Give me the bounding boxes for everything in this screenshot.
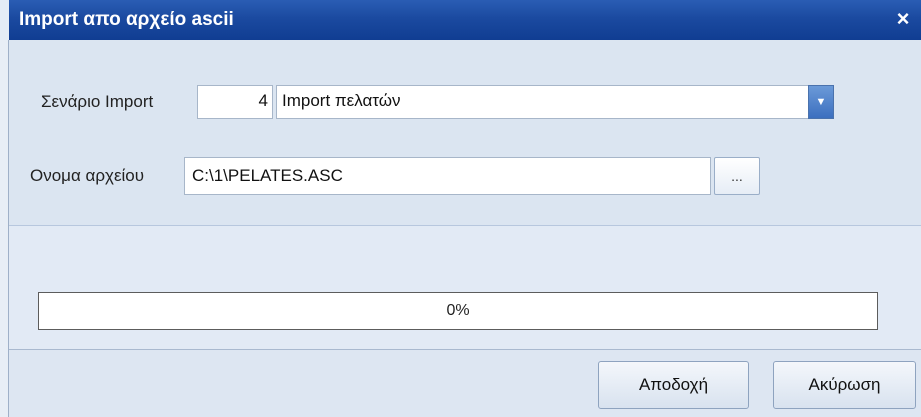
settings-panel — [9, 40, 921, 226]
chevron-down-icon[interactable]: ▼ — [808, 85, 834, 119]
progress-panel — [9, 226, 921, 350]
progress-bar: 0% — [38, 292, 878, 330]
window-left-border — [0, 40, 9, 417]
window-title: Import απο αρχείο ascii — [19, 9, 234, 30]
accept-button[interactable]: Αποδοχή — [598, 361, 749, 409]
close-icon[interactable]: × — [891, 5, 915, 33]
import-dialog: Import απο αρχείο ascii × Σενάριο Import… — [0, 0, 921, 417]
filename-input[interactable]: C:\1\PELATES.ASC — [184, 157, 711, 195]
filename-label: Ονομα αρχείου — [30, 166, 145, 185]
cancel-button[interactable]: Ακύρωση — [773, 361, 916, 409]
scenario-number-input[interactable]: 4 — [197, 85, 273, 119]
title-bar[interactable]: Import απο αρχείο ascii × — [9, 0, 921, 40]
browse-button[interactable]: ... — [714, 157, 760, 195]
scenario-label: Σενάριο Import — [41, 92, 154, 111]
scenario-select[interactable]: Import πελατών — [276, 85, 809, 119]
